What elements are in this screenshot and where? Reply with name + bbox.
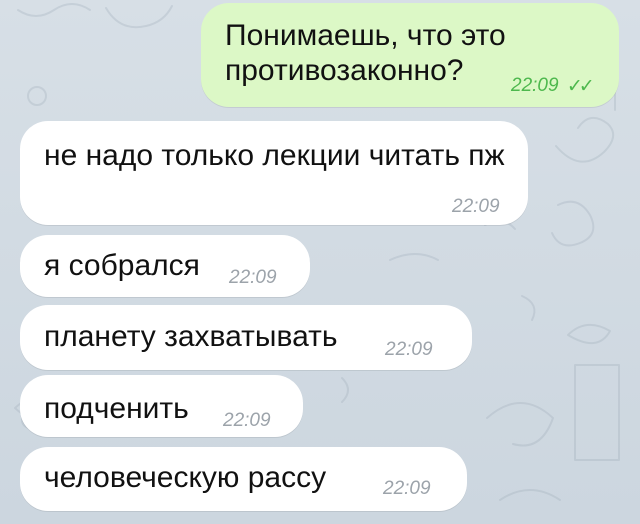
message-text: подченить bbox=[44, 392, 189, 425]
message-meta: 22:09 bbox=[229, 267, 277, 289]
double-check-icon: ✓✓ bbox=[566, 76, 595, 97]
message-time: 22:09 bbox=[385, 339, 433, 360]
message-text: не надо только лекции читать пж bbox=[44, 139, 505, 172]
message-text: Понимаешь, что это противозаконно? bbox=[225, 19, 506, 88]
message-time: 22:09 bbox=[452, 196, 500, 217]
message-time: 22:09 bbox=[223, 410, 271, 431]
message-meta: 22:09 ✓✓ bbox=[511, 75, 595, 97]
message-meta: 22:09 bbox=[385, 339, 433, 361]
message-bubble-incoming[interactable]: человеческую рассу 22:09 bbox=[20, 447, 467, 511]
message-text: я собрался bbox=[44, 249, 200, 282]
message-time: 22:09 bbox=[511, 75, 559, 96]
message-text: планету захватывать bbox=[44, 320, 338, 353]
message-time: 22:09 bbox=[383, 478, 431, 499]
message-bubble-incoming[interactable]: не надо только лекции читать пж 22:09 bbox=[20, 121, 528, 225]
message-meta: 22:09 bbox=[452, 196, 500, 218]
message-bubble-incoming[interactable]: планету захватывать 22:09 bbox=[20, 305, 472, 370]
message-meta: 22:09 bbox=[223, 410, 271, 432]
message-meta: 22:09 bbox=[383, 478, 431, 500]
message-text: человеческую рассу bbox=[44, 461, 327, 494]
message-bubble-incoming[interactable]: я собрался 22:09 bbox=[20, 235, 310, 297]
message-bubble-incoming[interactable]: подченить 22:09 bbox=[20, 375, 303, 437]
message-time: 22:09 bbox=[229, 267, 277, 288]
message-bubble-outgoing[interactable]: Понимаешь, что это противозаконно? 22:09… bbox=[201, 3, 619, 107]
